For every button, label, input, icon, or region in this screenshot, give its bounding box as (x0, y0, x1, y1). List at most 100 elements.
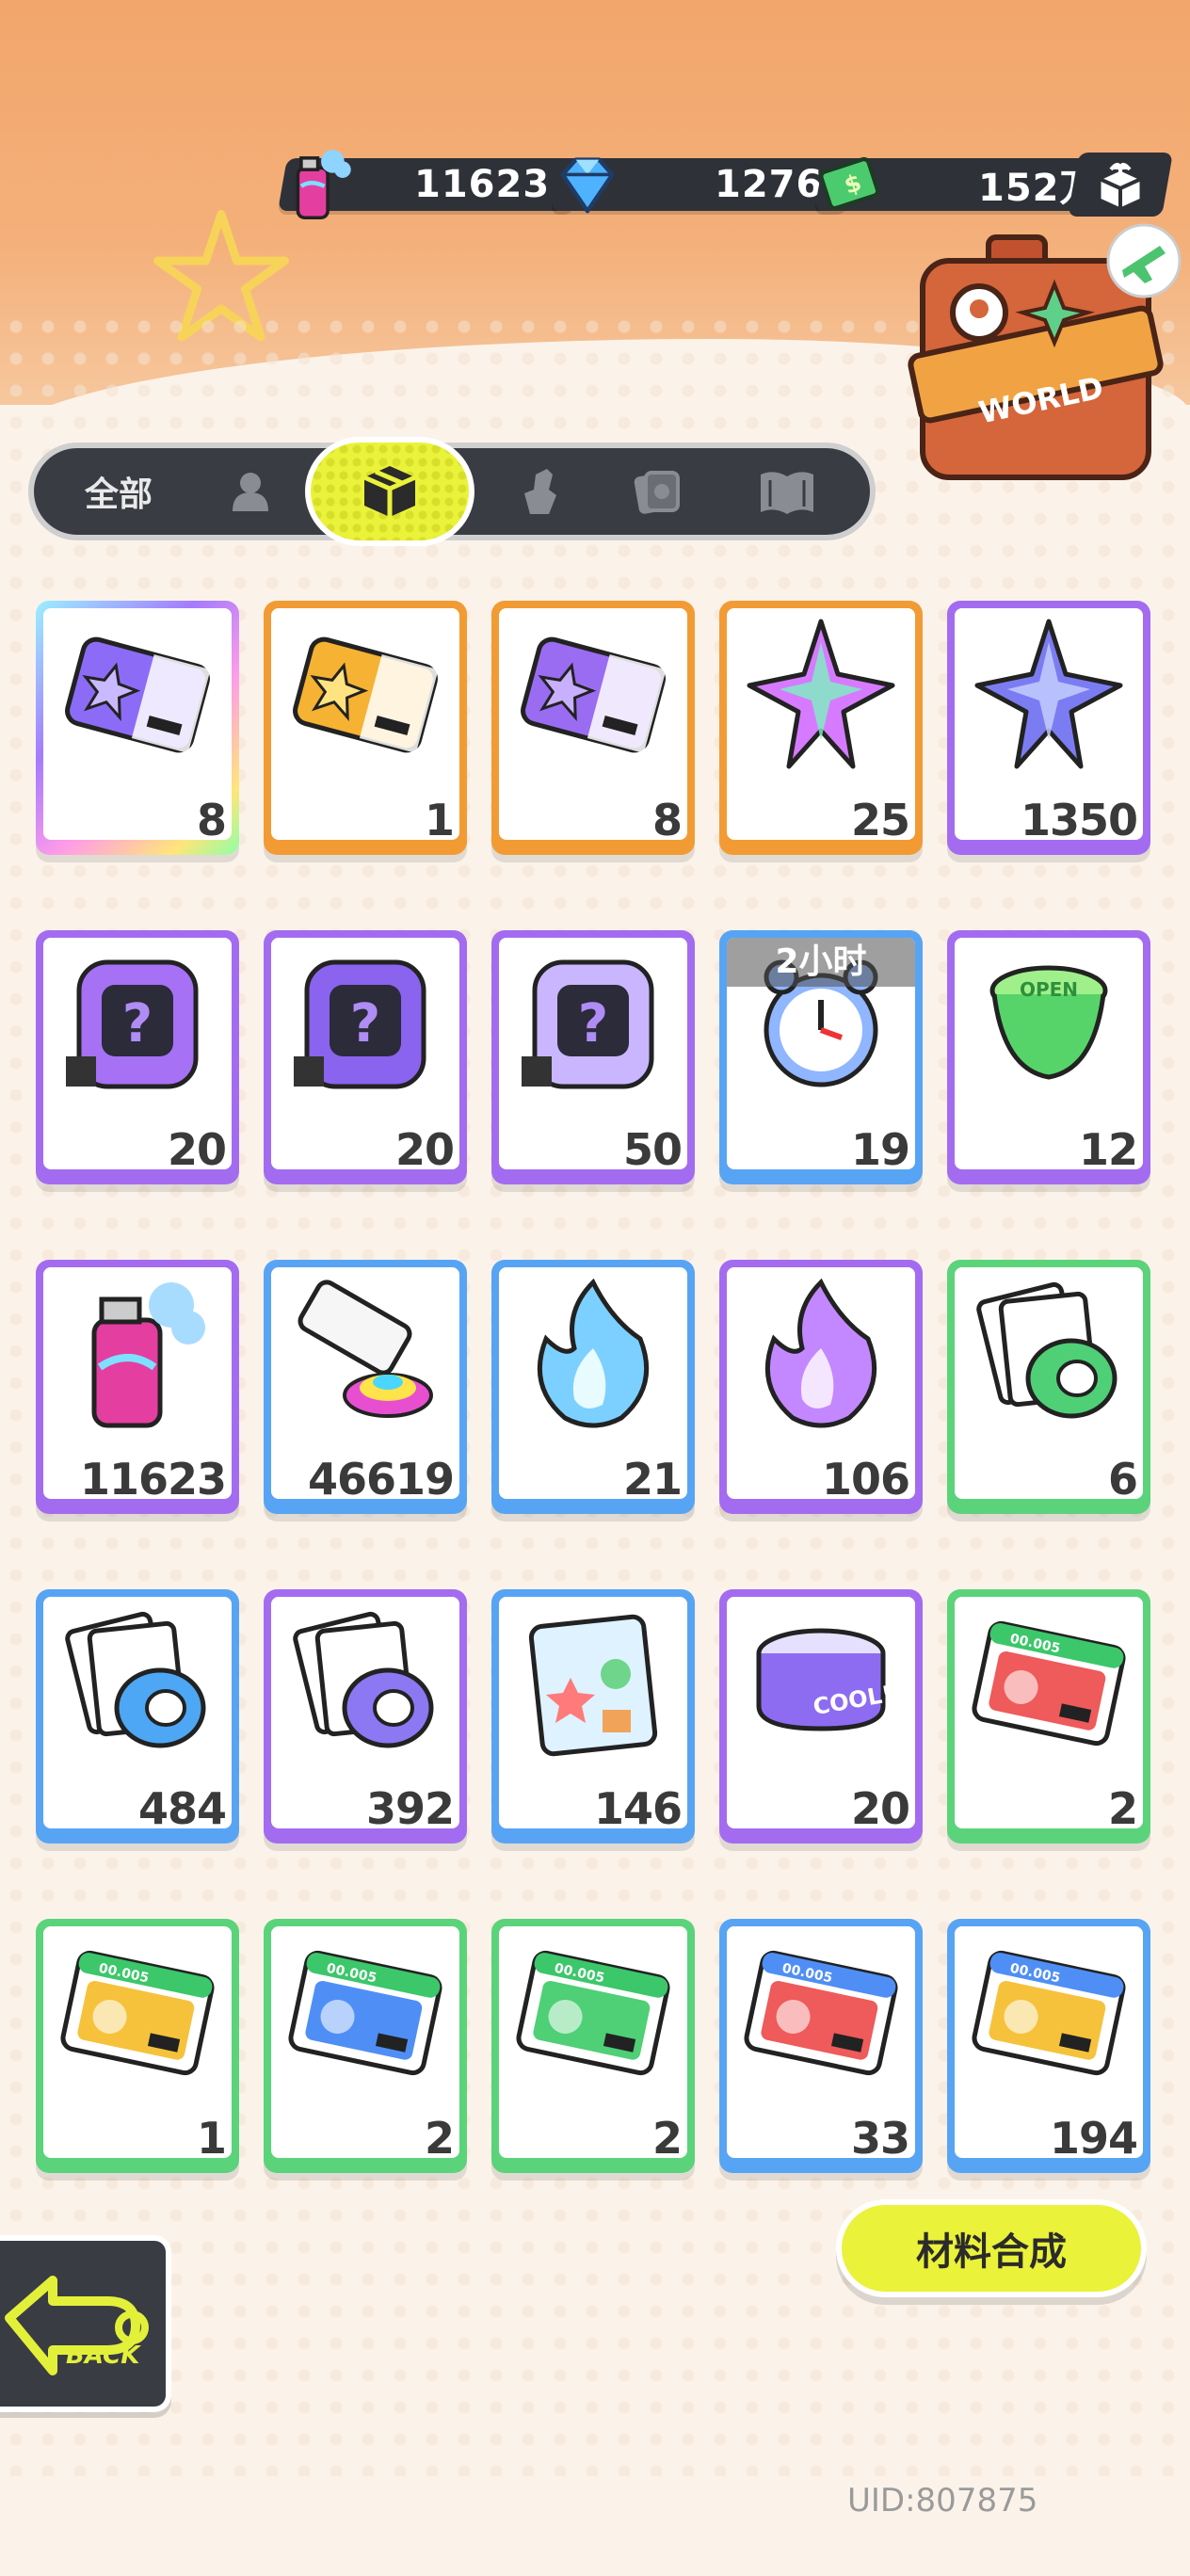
item-card-blue-flame[interactable]: 21 (491, 1260, 695, 1514)
tab-book[interactable] (749, 459, 825, 523)
item-card-mystery-travel-card[interactable]: ? 50 (491, 930, 695, 1184)
item-card-body: 00.005 33 (727, 1926, 915, 2158)
cash-icon: $ (819, 156, 880, 211)
item-count: 12 (1078, 1124, 1138, 1169)
tab-items[interactable] (305, 437, 474, 546)
item-card-body: 1 (271, 608, 459, 840)
item-card-spray-can[interactable]: 11623 (36, 1260, 239, 1514)
item-card-blue-star-shard[interactable]: 1350 (947, 601, 1150, 855)
item-count: 2 (1107, 1783, 1138, 1828)
item-card-red-coupon[interactable]: 00.005 2 (947, 1589, 1150, 1843)
shop-button[interactable] (1068, 153, 1173, 217)
item-card-green-tape[interactable]: 6 (947, 1260, 1150, 1514)
cards-icon (634, 471, 680, 514)
item-card-body: 146 (499, 1597, 687, 1828)
currency-diamond[interactable]: 1276 (551, 153, 856, 217)
back-label: BACK (66, 2342, 141, 2370)
deity-ticket-rainbow-icon (56, 614, 218, 776)
item-card-body: COOL! 20 (727, 1597, 915, 1828)
item-card-body: ? 50 (499, 938, 687, 1169)
item-count: 25 (850, 795, 910, 840)
svg-text:OPEN: OPEN (1020, 978, 1078, 1001)
item-card-mystery-egg[interactable]: ? 20 (36, 930, 239, 1184)
item-card-paint-tube[interactable]: 46619 (264, 1260, 467, 1514)
purple-flame-icon (740, 1273, 902, 1435)
uid-label: UID:807875 (847, 2482, 1038, 2520)
item-card-body: 11623 (43, 1267, 232, 1499)
item-card-blue-tape[interactable]: 484 (36, 1589, 239, 1843)
gift-box-icon (1098, 162, 1143, 211)
svg-text:?: ? (578, 993, 608, 1055)
item-card-cool-can[interactable]: COOL! 20 (719, 1589, 923, 1843)
yellow-coupon-icon: 00.005 (56, 1932, 218, 2094)
item-card-red-coupon-2[interactable]: 00.005 33 (719, 1919, 923, 2173)
rainbow-star-shard-icon (740, 614, 902, 776)
item-card-alarm-clock[interactable]: 2小时 19 (719, 930, 923, 1184)
box-icon (362, 466, 417, 517)
item-card-yellow-coupon-2[interactable]: 00.005 194 (947, 1919, 1150, 2173)
svg-text:?: ? (350, 993, 380, 1055)
item-count: 106 (821, 1454, 910, 1499)
back-arrow-icon: BACK (5, 2276, 149, 2375)
green-tape-icon (968, 1273, 1130, 1435)
item-card-body: 21 (499, 1267, 687, 1499)
red-coupon-icon: 00.005 (968, 1602, 1130, 1764)
back-button[interactable]: BACK (0, 2235, 171, 2412)
cool-can-icon: COOL! (740, 1602, 902, 1764)
tab-all[interactable]: 全部 (62, 459, 175, 523)
item-card-mystery-deity-badge[interactable]: ? 20 (264, 930, 467, 1184)
item-card-body: 46619 (271, 1267, 459, 1499)
item-card-sticker-pack[interactable]: 146 (491, 1589, 695, 1843)
item-card-body: ? 20 (43, 938, 232, 1169)
green-coupon-icon: 00.005 (512, 1932, 674, 2094)
mystery-deity-badge-icon: ? (284, 943, 446, 1105)
item-count: 484 (137, 1783, 227, 1828)
item-count: 20 (167, 1124, 227, 1169)
item-card-deity-ticket-gold[interactable]: 1 (264, 601, 467, 855)
item-card-body: 8 (43, 608, 232, 840)
item-card-green-cup[interactable]: OPEN 12 (947, 930, 1150, 1184)
item-card-body: ? 20 (271, 938, 459, 1169)
hand-icon (524, 469, 556, 514)
item-card-body: 00.005 2 (955, 1597, 1143, 1828)
item-card-body: OPEN 12 (955, 938, 1143, 1169)
item-card-deity-ticket-rainbow[interactable]: 8 (36, 601, 239, 855)
item-card-body: 25 (727, 608, 915, 840)
item-card-body: 6 (955, 1267, 1143, 1499)
item-card-blue-coupon[interactable]: 00.005 2 (264, 1919, 467, 2173)
tab-character[interactable] (213, 459, 288, 523)
item-count: 8 (651, 795, 683, 840)
material-synthesis-button[interactable]: 材料合成 (836, 2199, 1147, 2297)
currency-paint-value: 11623 (413, 163, 550, 206)
item-count: 8 (196, 795, 227, 840)
tab-cards[interactable] (619, 459, 695, 523)
item-card-yellow-coupon[interactable]: 00.005 1 (36, 1919, 239, 2173)
item-card-purple-tape[interactable]: 392 (264, 1589, 467, 1843)
world-travel-bag-button[interactable]: WORLD (904, 218, 1186, 501)
currency-paint[interactable]: 11623 (278, 150, 583, 219)
item-count: 194 (1049, 2113, 1138, 2158)
item-card-purple-flame[interactable]: 106 (719, 1260, 923, 1514)
purple-tape-icon (284, 1602, 446, 1764)
item-card-deity-ticket-purple[interactable]: 8 (491, 601, 695, 855)
item-card-green-coupon[interactable]: 00.005 2 (491, 1919, 695, 2173)
item-count: 19 (850, 1124, 910, 1169)
item-card-body: 00.005 2 (271, 1926, 459, 2158)
svg-text:?: ? (122, 993, 153, 1055)
blue-tape-icon (56, 1602, 218, 1764)
item-count: 46619 (307, 1454, 455, 1499)
item-count: 2 (424, 2113, 455, 2158)
blue-flame-icon (512, 1273, 674, 1435)
tab-gesture[interactable] (503, 459, 578, 523)
spray-can-icon (296, 150, 351, 219)
item-card-body: 8 (499, 608, 687, 840)
mystery-egg-icon: ? (56, 943, 218, 1105)
item-count: 6 (1107, 1454, 1138, 1499)
item-card-rainbow-star-shard[interactable]: 25 (719, 601, 923, 855)
blue-star-shard-icon (968, 614, 1130, 776)
item-count: 1 (196, 2113, 227, 2158)
item-count: 50 (622, 1124, 683, 1169)
item-timer: 2小时 (727, 938, 915, 987)
red-coupon-2-icon: 00.005 (740, 1932, 902, 2094)
item-card-body: 1350 (955, 608, 1143, 840)
